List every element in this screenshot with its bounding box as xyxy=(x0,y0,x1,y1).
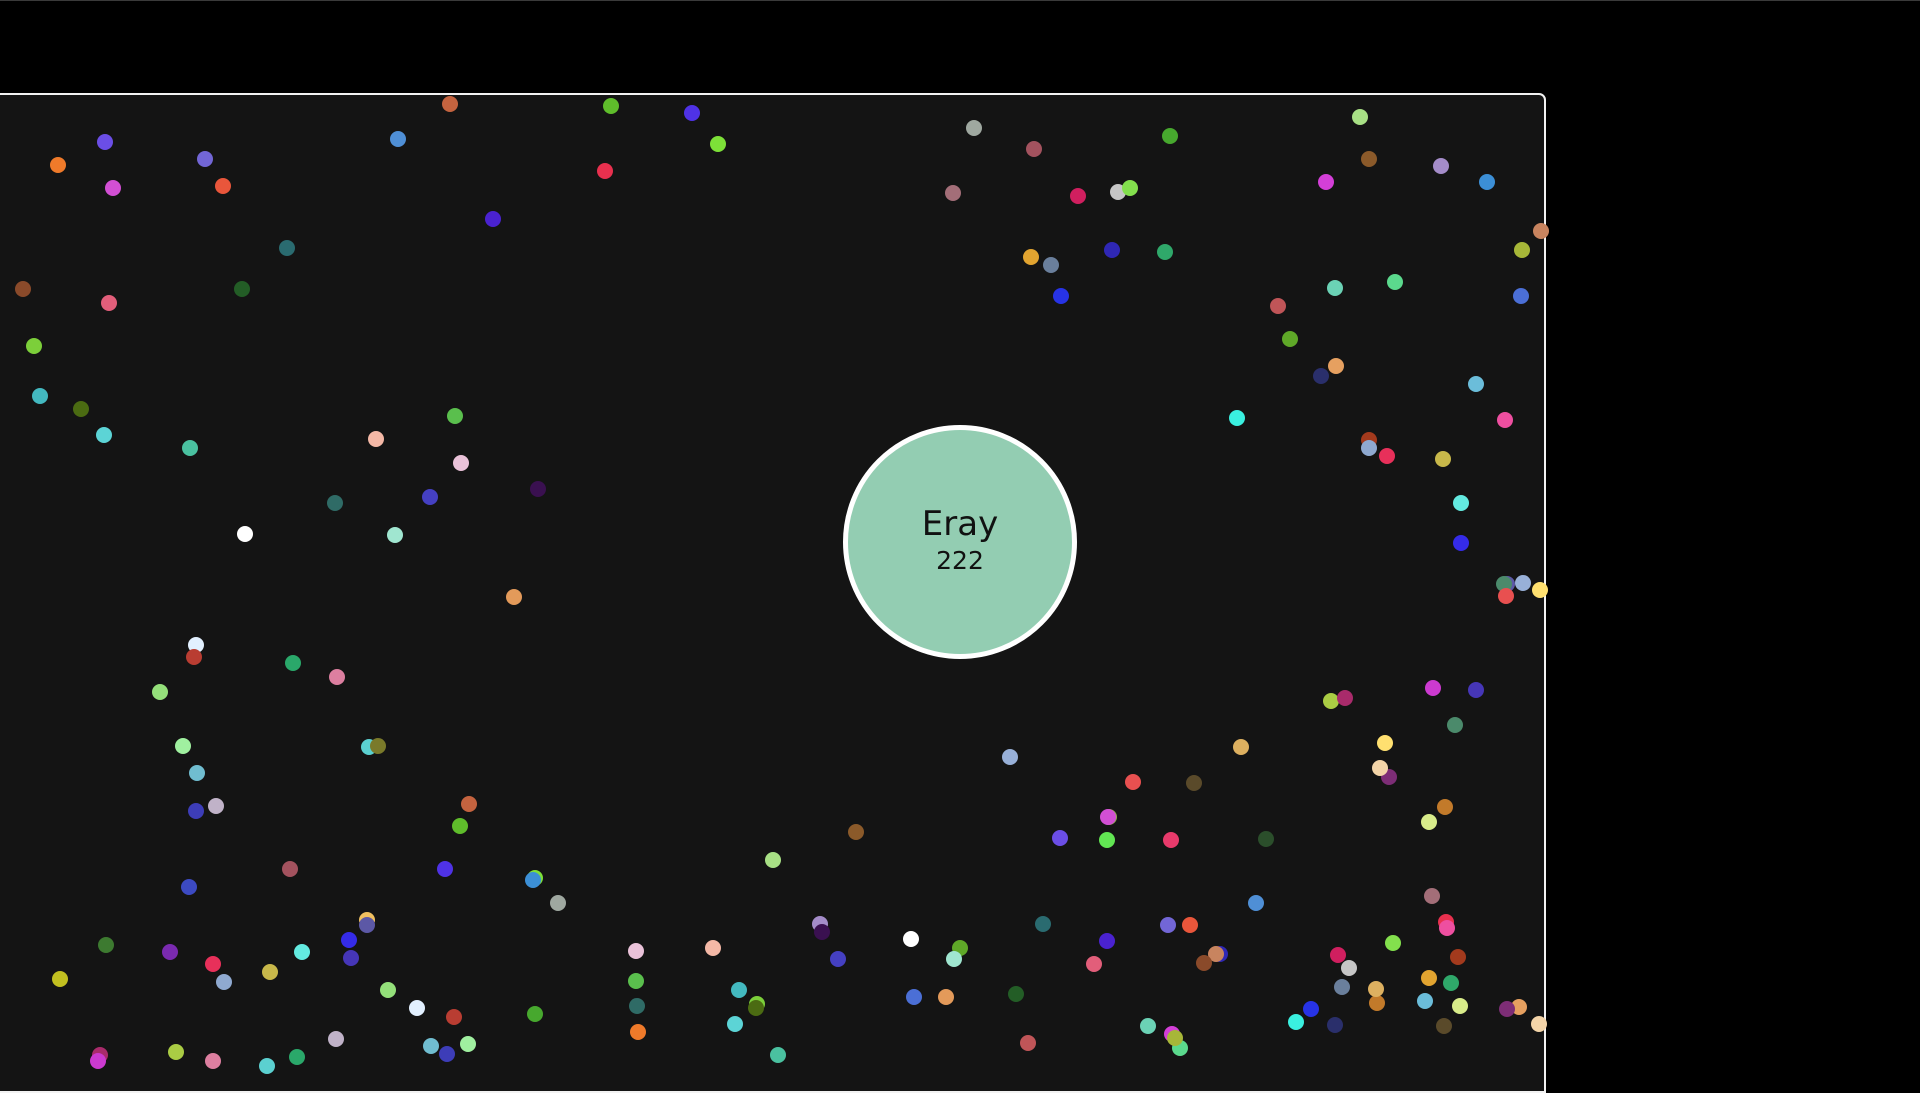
player-mass: 222 xyxy=(936,546,984,575)
player-name: Eray xyxy=(921,504,999,544)
window-top-border xyxy=(0,0,1920,1)
game-arena[interactable] xyxy=(0,93,1546,1093)
player-cell[interactable]: Eray 222 xyxy=(843,425,1077,659)
